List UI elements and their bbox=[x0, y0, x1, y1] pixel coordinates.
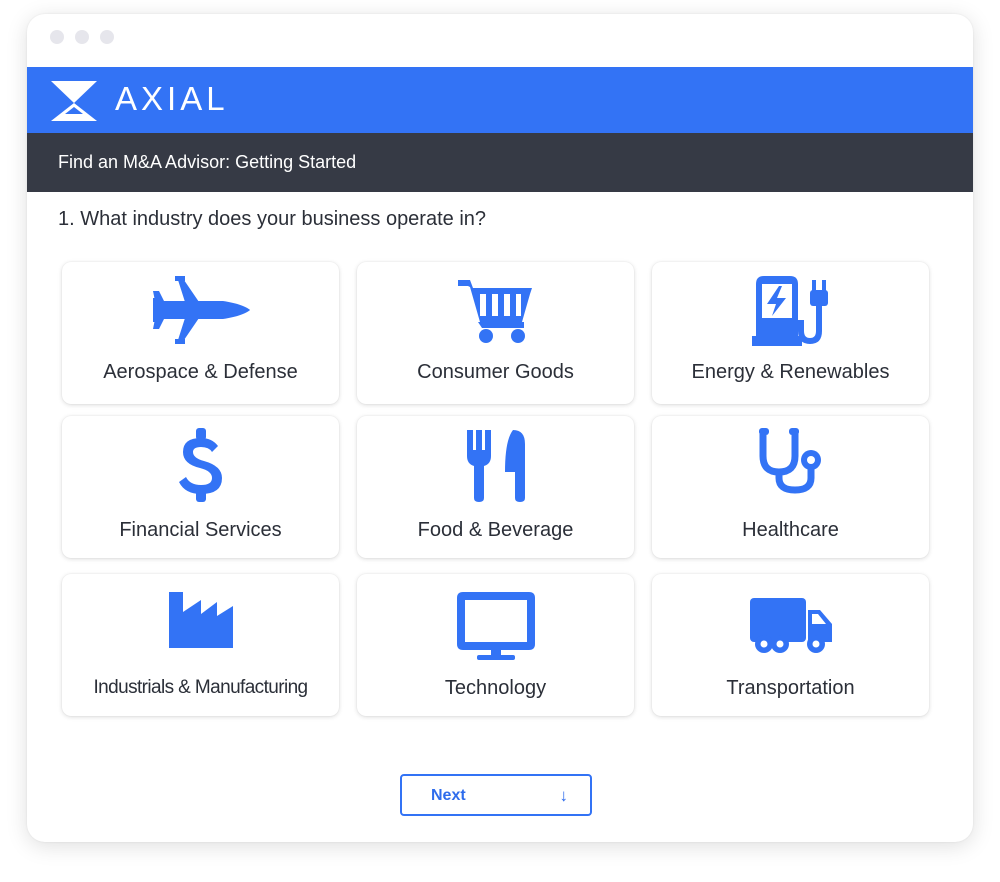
industry-card-food-beverage[interactable]: Food & Beverage bbox=[357, 416, 634, 558]
truck-icon bbox=[749, 598, 832, 653]
industry-label: Consumer Goods bbox=[417, 361, 574, 383]
stethoscope-icon bbox=[758, 428, 821, 494]
industry-label: Food & Beverage bbox=[417, 519, 574, 541]
fork-knife-icon bbox=[466, 430, 525, 502]
next-button-label: Next bbox=[431, 787, 466, 804]
arrow-down-icon: ↓ bbox=[559, 786, 569, 805]
industry-card-financial-services[interactable]: Financial Services bbox=[62, 416, 339, 558]
industry-card-technology[interactable]: Technology bbox=[357, 574, 634, 716]
brand-name: AXIAL bbox=[115, 80, 229, 117]
industry-label: Industrials & Manufacturing bbox=[93, 677, 308, 698]
industry-card-healthcare[interactable]: Healthcare bbox=[652, 416, 929, 558]
industry-card-consumer-goods[interactable]: Consumer Goods bbox=[357, 262, 634, 404]
industry-card-industrials-manufacturing[interactable]: Industrials & Manufacturing bbox=[62, 574, 339, 716]
window-control-dot[interactable] bbox=[100, 30, 114, 44]
industry-card-energy-renewables[interactable]: Energy & Renewables bbox=[652, 262, 929, 404]
industry-card-transportation[interactable]: Transportation bbox=[652, 574, 929, 716]
page-title: Find an M&A Advisor: Getting Started bbox=[27, 133, 973, 192]
window-control-dot[interactable] bbox=[50, 30, 64, 44]
question-text: 1. What industry does your business oper… bbox=[58, 208, 487, 230]
window-titlebar bbox=[27, 14, 973, 67]
industry-label: Healthcare bbox=[742, 519, 839, 541]
industry-label: Transportation bbox=[726, 677, 855, 699]
brand-header: AXIAL bbox=[27, 67, 973, 133]
dollar-sign-icon bbox=[178, 428, 222, 502]
industry-card-aerospace-defense[interactable]: Aerospace & Defense bbox=[62, 262, 339, 404]
industry-label: Technology bbox=[444, 677, 547, 699]
ev-charger-icon bbox=[751, 276, 828, 346]
industry-label: Energy & Renewables bbox=[691, 361, 890, 383]
factory-icon bbox=[168, 592, 233, 648]
axial-logo-icon bbox=[51, 81, 97, 121]
industry-label: Aerospace & Defense bbox=[103, 361, 298, 383]
monitor-icon bbox=[456, 592, 535, 660]
shopping-cart-icon bbox=[457, 280, 532, 343]
window-control-dot[interactable] bbox=[75, 30, 89, 44]
industry-label: Financial Services bbox=[119, 519, 282, 541]
browser-window: AXIAL Find an M&A Advisor: Getting Start… bbox=[27, 14, 973, 842]
next-button[interactable]: Next ↓ bbox=[400, 774, 592, 816]
fighter-jet-icon bbox=[152, 276, 250, 344]
